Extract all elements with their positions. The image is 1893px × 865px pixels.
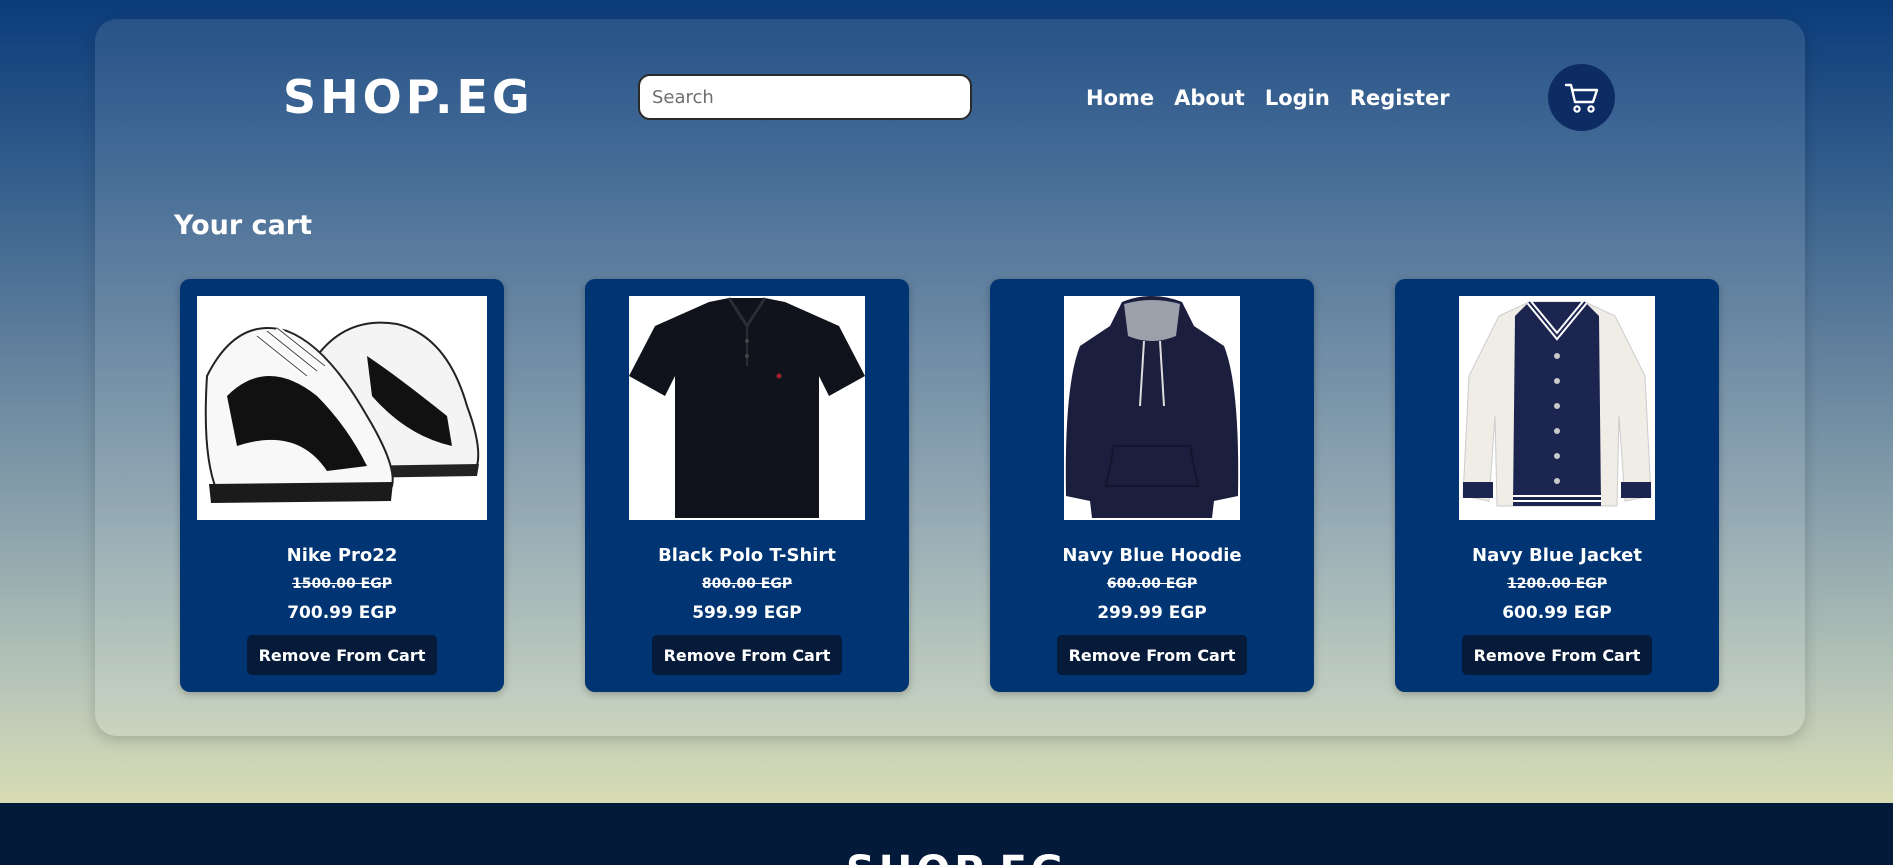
cart-title: Your cart bbox=[174, 210, 313, 241]
product-price: 599.99 EGP bbox=[692, 603, 802, 623]
remove-from-cart-button[interactable]: Remove From Cart bbox=[1057, 635, 1247, 675]
nav-register-link[interactable]: Register bbox=[1350, 86, 1450, 110]
remove-from-cart-button[interactable]: Remove From Cart bbox=[247, 635, 437, 675]
cart-button[interactable] bbox=[1548, 64, 1615, 131]
nav-login-link[interactable]: Login bbox=[1265, 86, 1330, 110]
cart-item-card: Black Polo T-Shirt 800.00 EGP 599.99 EGP… bbox=[585, 279, 909, 692]
product-name: Navy Blue Jacket bbox=[1472, 545, 1642, 566]
cart-icon bbox=[1564, 83, 1598, 113]
footer-logo: SHOP.EG bbox=[846, 848, 1068, 865]
main-nav: Home About Login Register bbox=[1086, 86, 1450, 110]
product-price: 299.99 EGP bbox=[1097, 603, 1207, 623]
jacket-image bbox=[1459, 296, 1655, 520]
footer: SHOP.EG bbox=[0, 803, 1893, 865]
nav-home-link[interactable]: Home bbox=[1086, 86, 1154, 110]
cart-item-card: Navy Blue Hoodie 600.00 EGP 299.99 EGP R… bbox=[990, 279, 1314, 692]
remove-from-cart-button[interactable]: Remove From Cart bbox=[1462, 635, 1652, 675]
hoodie-image bbox=[1064, 296, 1240, 520]
sneakers-image bbox=[197, 296, 487, 520]
site-logo[interactable]: SHOP.EG bbox=[283, 70, 534, 124]
product-old-price: 1500.00 EGP bbox=[292, 576, 392, 592]
search-input[interactable] bbox=[638, 74, 972, 120]
product-name: Nike Pro22 bbox=[286, 545, 398, 566]
cart-item-card: Navy Blue Jacket 1200.00 EGP 600.99 EGP … bbox=[1395, 279, 1719, 692]
product-old-price: 800.00 EGP bbox=[701, 576, 793, 592]
cart-item-card: Nike Pro22 1500.00 EGP 700.99 EGP Remove… bbox=[180, 279, 504, 692]
product-price: 700.99 EGP bbox=[287, 603, 397, 623]
product-old-price: 600.00 EGP bbox=[1106, 576, 1198, 592]
product-price: 600.99 EGP bbox=[1502, 603, 1612, 623]
product-name: Black Polo T-Shirt bbox=[658, 545, 836, 566]
product-name: Navy Blue Hoodie bbox=[1062, 545, 1242, 566]
polo-shirt-image bbox=[629, 296, 865, 520]
product-old-price: 1200.00 EGP bbox=[1507, 576, 1607, 592]
nav-about-link[interactable]: About bbox=[1174, 86, 1245, 110]
remove-from-cart-button[interactable]: Remove From Cart bbox=[652, 635, 842, 675]
